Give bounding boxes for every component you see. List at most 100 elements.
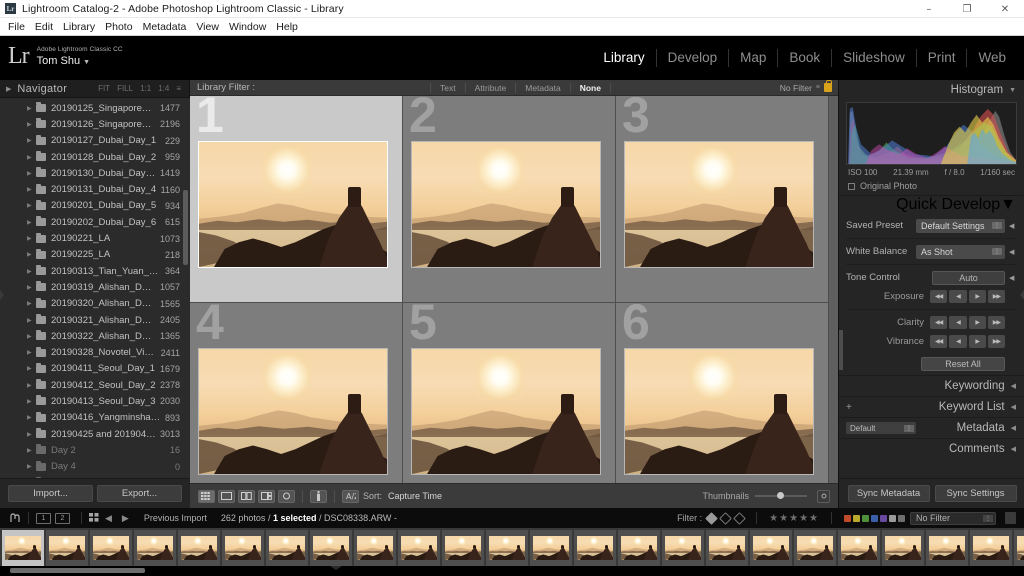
zoom-menu-icon[interactable]: ≡ — [176, 84, 181, 93]
grid-thumbnail[interactable] — [411, 348, 601, 475]
folder-disclosure-icon[interactable]: ▶ — [27, 202, 32, 209]
import-button[interactable]: Import... — [8, 485, 93, 502]
filmstrip-cell[interactable] — [1014, 530, 1024, 566]
folder-disclosure-icon[interactable]: ▶ — [27, 431, 32, 438]
folder-disclosure-icon[interactable]: ▶ — [27, 414, 32, 421]
folder-disclosure-icon[interactable]: ▶ — [27, 284, 32, 291]
grid-cell[interactable]: 5 — [403, 303, 616, 483]
close-button[interactable]: ✕ — [986, 0, 1024, 18]
quick-develop-header[interactable]: Quick Develop ▼ — [839, 195, 1024, 214]
metadata-preset-select[interactable]: Default ⋮ — [846, 422, 916, 434]
folder-row[interactable]: ▶ 20190128_Dubai_Day_2 959 — [0, 149, 190, 165]
checkbox-icon[interactable] — [848, 182, 855, 190]
filter-tab-none[interactable]: None — [571, 82, 611, 93]
clarity-increase-large[interactable]: ▶▶ — [987, 316, 1005, 329]
folder-row[interactable]: ▶ 20190221_LA 1073 — [0, 230, 190, 246]
flag-unflagged-icon[interactable] — [719, 511, 733, 525]
filter-tab-text[interactable]: Text — [430, 82, 466, 93]
slider-knob[interactable] — [777, 492, 784, 499]
filmstrip-cell[interactable] — [926, 530, 968, 566]
filmstrip-cell[interactable] — [882, 530, 924, 566]
folder-row[interactable]: ▶ 20190321_Alishan_Day_3 2405 — [0, 312, 190, 328]
filmstrip-grip-icon[interactable] — [8, 512, 21, 524]
module-library[interactable]: Library — [592, 49, 657, 67]
collapse-caret-icon[interactable]: ◀ — [1011, 445, 1016, 453]
clarity-decrease-large[interactable]: ◀◀ — [930, 316, 948, 329]
thumbnail-size-slider[interactable] — [755, 492, 807, 499]
add-keyword-icon[interactable]: + — [846, 402, 852, 413]
flag-rejected-icon[interactable] — [733, 511, 747, 525]
folder-disclosure-icon[interactable]: ▶ — [27, 463, 32, 470]
color-label-swatch[interactable] — [880, 514, 887, 522]
folder-disclosure-icon[interactable]: ▶ — [27, 447, 32, 454]
module-map[interactable]: Map — [729, 49, 779, 67]
histogram-graph[interactable] — [846, 102, 1017, 165]
right-panel-toggle-icon[interactable] — [1020, 290, 1024, 300]
navigate-back-icon[interactable]: ◀ — [105, 513, 112, 524]
people-view-icon[interactable] — [278, 489, 295, 503]
right-panel-scrollbar[interactable] — [839, 330, 843, 370]
reset-all-button[interactable]: Reset All — [921, 357, 1005, 371]
filmstrip-options-icon[interactable] — [1005, 512, 1016, 524]
color-label-swatch[interactable] — [862, 514, 869, 522]
folder-row[interactable]: ▶ 20190412_Seoul_Day_2 2378 — [0, 377, 190, 393]
menu-photo[interactable]: Photo — [100, 19, 137, 35]
folder-disclosure-icon[interactable]: ▶ — [27, 398, 32, 405]
grid-thumbnail[interactable] — [624, 141, 814, 268]
filmstrip-cell[interactable] — [2, 530, 44, 566]
identity-user[interactable]: Tom Shu ▼ — [37, 54, 123, 70]
folder-row[interactable]: ▶ 20190425 and 20190426... 3013 — [0, 426, 190, 442]
filmstrip-cell[interactable] — [706, 530, 748, 566]
menu-file[interactable]: File — [3, 19, 30, 35]
filmstrip-filter-preset[interactable]: No Filter ⋮ — [910, 511, 996, 525]
flag-picked-icon[interactable] — [705, 511, 719, 525]
exposure-decrease-large[interactable]: ◀◀ — [930, 290, 948, 303]
filmstrip-cell[interactable] — [486, 530, 528, 566]
zoom-1-4[interactable]: 1:4 — [158, 84, 169, 93]
filmstrip-cell[interactable] — [970, 530, 1012, 566]
filter-tab-metadata[interactable]: Metadata — [516, 82, 571, 93]
folder-disclosure-icon[interactable]: ▶ — [27, 235, 32, 242]
folder-disclosure-icon[interactable]: ▶ — [27, 154, 32, 161]
grid-cell[interactable]: 2 — [403, 96, 616, 303]
grid-thumbnail[interactable] — [198, 348, 388, 475]
folder-row[interactable]: ▶ 20190416_Yangminshan... 893 — [0, 410, 190, 426]
left-panel-scrollbar[interactable] — [183, 190, 188, 265]
zoom-1-1[interactable]: 1:1 — [140, 84, 151, 93]
loupe-view-icon[interactable] — [218, 489, 235, 503]
navigator-header[interactable]: ▶ Navigator FIT FILL 1:1 1:4 ≡ — [0, 80, 189, 98]
menu-metadata[interactable]: Metadata — [138, 19, 192, 35]
color-label-swatch[interactable] — [889, 514, 896, 522]
survey-view-icon[interactable] — [258, 489, 275, 503]
grid-thumbnail[interactable] — [624, 348, 814, 475]
menu-help[interactable]: Help — [271, 19, 303, 35]
keyword-list-section[interactable]: + Keyword List ◀ — [839, 396, 1024, 417]
screen-2-button[interactable]: 2 — [55, 512, 70, 524]
folder-row[interactable]: ▶ Day 2 16 — [0, 442, 190, 458]
folder-disclosure-icon[interactable]: ▶ — [27, 333, 32, 340]
vibrance-increase-small[interactable]: ▶ — [968, 335, 986, 348]
filmstrip-cell[interactable] — [794, 530, 836, 566]
module-book[interactable]: Book — [778, 49, 833, 67]
exposure-increase-small[interactable]: ▶ — [968, 290, 986, 303]
collapse-caret-icon[interactable]: ◀ — [1009, 222, 1017, 230]
folder-row[interactable]: ▶ 20190313_Tian_Yuan_Te... 364 — [0, 263, 190, 279]
filter-preset-label[interactable]: No Filter — [780, 83, 812, 93]
compare-view-icon[interactable] — [238, 489, 255, 503]
filmstrip-cell[interactable] — [398, 530, 440, 566]
folder-row[interactable]: ▶ 20190130_Dubai_Day_3 1419 — [0, 165, 190, 181]
grid-icon[interactable] — [89, 509, 100, 527]
vibrance-increase-large[interactable]: ▶▶ — [987, 335, 1005, 348]
star-rating-filter[interactable]: ★★★★★ — [769, 513, 819, 524]
lock-icon[interactable] — [824, 80, 832, 92]
color-label-swatch[interactable] — [898, 514, 905, 522]
folder-row[interactable]: ▶ 20190320_Alishan_Day_2 1565 — [0, 296, 190, 312]
filmstrip-cell[interactable] — [266, 530, 308, 566]
color-label-swatch[interactable] — [871, 514, 878, 522]
filmstrip-cell[interactable] — [574, 530, 616, 566]
folder-row[interactable]: ▶ 20190127_Dubai_Day_1 229 — [0, 133, 190, 149]
color-label-filter[interactable] — [844, 514, 905, 522]
grid-cell[interactable]: 4 — [190, 303, 403, 483]
filmstrip-cell[interactable] — [90, 530, 132, 566]
filmstrip-cell[interactable] — [662, 530, 704, 566]
